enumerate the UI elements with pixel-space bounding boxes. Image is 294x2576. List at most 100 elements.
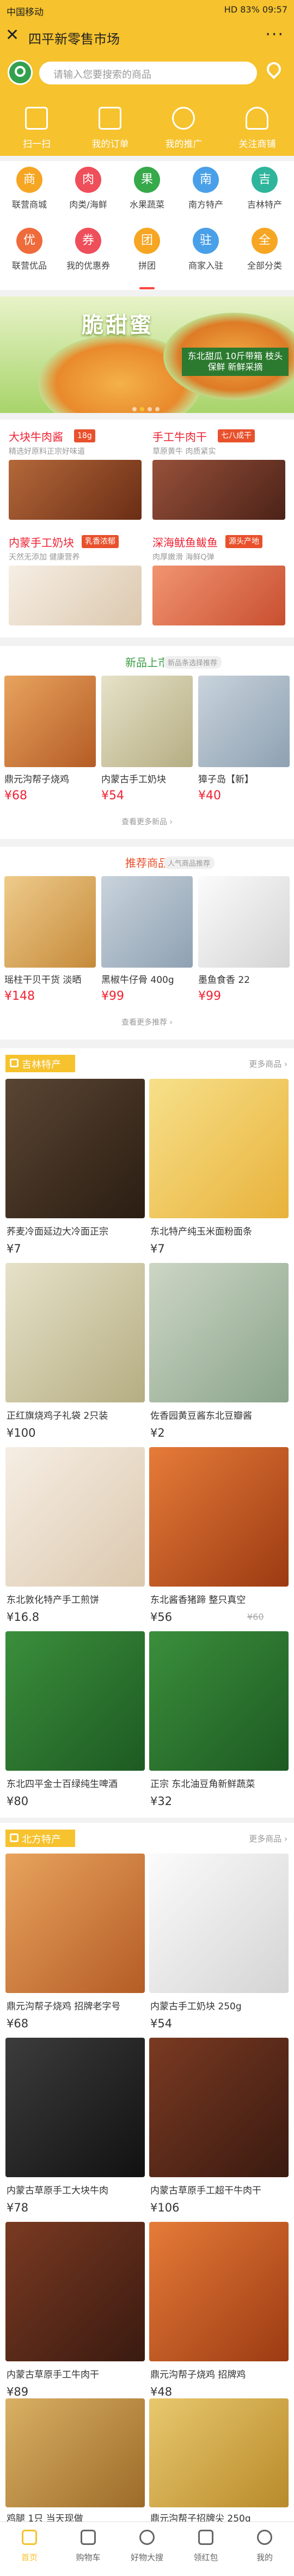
category-item[interactable]: 券我的优惠券 — [59, 222, 118, 281]
product-card[interactable]: 东北特产纯玉米面粉面条 ¥7 — [149, 1079, 289, 1284]
product-name: 东北四平金士百绿纯生啤酒 — [7, 1779, 118, 1790]
product-card[interactable]: 内蒙古草原手工大块牛肉 ¥78 — [5, 2038, 145, 2243]
product-card[interactable]: 内蒙古草原手工牛肉干 ¥89 — [5, 2222, 145, 2427]
product-card[interactable]: 荞麦冷面延边大冷面正宗 ¥7 — [5, 1079, 145, 1284]
product-price: ¥7 — [150, 1242, 165, 1255]
more-link[interactable]: 更多商品 › — [249, 1833, 287, 1844]
banner-dots — [131, 403, 174, 411]
tab-label: 领红包 — [193, 2553, 218, 2562]
product-card[interactable]: 鼎元沟帮子招牌尖 250g — [149, 2398, 289, 2524]
tab-cart[interactable]: 购物车 — [59, 2522, 118, 2576]
promo-cell[interactable]: 大块牛肉酱 18g 精选好原料正宗好味道 — [4, 423, 146, 525]
category-label: 水果蔬菜 — [129, 199, 164, 210]
product-image — [149, 1854, 289, 1993]
product-card[interactable]: 佐香园黄豆酱东北豆瓣酱 ¥2 — [149, 1263, 289, 1468]
product-image — [5, 2222, 145, 2361]
product-card[interactable]: 鼎元沟帮子烧鸡 招牌鸡 ¥48 — [149, 2222, 289, 2427]
promo-cell[interactable]: 手工牛肉干 七八成干 草原黄牛 肉质紧实 — [148, 423, 290, 525]
tab-redpacket[interactable]: 领红包 — [176, 2522, 235, 2576]
location-icon[interactable] — [264, 59, 284, 82]
tab-home[interactable]: 首页 — [0, 2522, 59, 2576]
product-card[interactable]: 东北酱香猪蹄 整只真空 ¥56 ¥60 — [149, 1447, 289, 1652]
product-name: 鼎元沟帮子烧鸡 招牌老字号 — [7, 2001, 121, 2012]
more-menu-icon[interactable]: ··· — [265, 25, 284, 44]
promo-cell[interactable]: 内蒙手工奶块 乳香浓郁 天然无添加 健康营养 — [4, 528, 146, 631]
promo-title: 深海鱿鱼鲅鱼 — [152, 536, 218, 549]
product-card[interactable]: 鸡腿 1只 当天现做 — [5, 2398, 145, 2524]
original-price: ¥60 — [247, 1612, 264, 1622]
section-subtitle: 新品条选择推荐 — [163, 656, 222, 669]
user-icon — [257, 2530, 272, 2545]
promo-sub: 草原黄牛 肉质紧实 — [152, 447, 216, 456]
category-item[interactable]: 肉肉类/海鲜 — [59, 161, 118, 220]
tab-me[interactable]: 我的 — [235, 2522, 294, 2576]
section-title: 吉林特产 — [22, 1059, 61, 1071]
promo-badge: 乳香浓郁 — [82, 535, 119, 548]
promo-badge: 七八成干 — [218, 429, 255, 442]
product-card[interactable]: 墨鱼食香 22 ¥99 — [198, 876, 290, 1040]
product-name: 荞麦冷面延边大冷面正宗 — [7, 1226, 108, 1237]
quick-follow[interactable]: 关注商铺 — [220, 104, 294, 163]
category-item[interactable]: 驻商家入驻 — [176, 222, 235, 281]
more-link[interactable]: 更多商品 › — [249, 1058, 287, 1070]
tab-label: 首页 — [21, 2553, 38, 2562]
banner-tag: 东北甜瓜 10斤带箱 枝头保鲜 新鲜采摘 — [182, 348, 289, 376]
product-card[interactable]: 东北敦化特产手工煎饼 ¥16.8 — [5, 1447, 145, 1652]
promo-cell[interactable]: 深海鱿鱼鲅鱼 源头产地 肉厚嫩滑 海鲜Q弹 — [148, 528, 290, 631]
category-item[interactable]: 商联营商城 — [0, 161, 59, 220]
product-card[interactable]: 内蒙古手工奶块 250g ¥54 — [149, 1854, 289, 2058]
close-icon[interactable]: ✕ — [5, 27, 19, 44]
quick-orders[interactable]: 我的订单 — [74, 104, 147, 163]
product-card[interactable]: 正红旗烧鸡子礼袋 2只装 ¥100 — [5, 1263, 145, 1468]
product-name: 墨鱼食香 22 — [198, 975, 250, 986]
product-name: 内蒙古草原手工大块牛肉 — [7, 2185, 108, 2196]
new-products-scroller[interactable]: 鼎元沟帮子烧鸡 ¥68 内蒙古手工奶块 ¥54 獐子岛【新】 ¥40 查看更多新… — [0, 676, 294, 839]
product-card[interactable]: 内蒙古草原手工超干牛肉干 ¥106 — [149, 2038, 289, 2243]
product-card[interactable]: 鼎元沟帮子烧鸡 招牌老字号 ¥68 — [5, 1854, 145, 2058]
category-item[interactable]: 优联营优品 — [0, 222, 59, 281]
category-item[interactable]: 果水果蔬菜 — [118, 161, 176, 220]
category-icon: 果 — [134, 167, 160, 193]
product-card[interactable]: 鼎元沟帮子烧鸡 ¥68 — [4, 676, 96, 839]
product-image — [149, 1079, 289, 1218]
search-input[interactable]: 请输入您要搜索的商品 — [39, 62, 257, 84]
product-name: 内蒙古手工奶块 — [101, 774, 166, 785]
product-card[interactable]: 獐子岛【新】 ¥40 — [198, 676, 290, 839]
product-price: ¥89 — [7, 2385, 29, 2398]
tab-label: 我的 — [256, 2553, 273, 2562]
section-title: 新品上市 — [125, 656, 169, 669]
product-name: 瑶柱干贝干货 淡晒 — [4, 975, 82, 986]
product-card[interactable]: 黑椒牛仔骨 400g ¥99 — [101, 876, 193, 1040]
product-card[interactable]: 正宗 东北油豆角新鲜蔬菜 ¥32 — [149, 1631, 289, 1836]
product-card[interactable]: 内蒙古手工奶块 ¥54 — [101, 676, 193, 839]
category-item[interactable]: 南南方特产 — [176, 161, 235, 220]
product-image — [9, 566, 142, 625]
view-more-new-link[interactable]: 查看更多新品 › — [0, 816, 294, 827]
quick-label: 关注商铺 — [238, 139, 276, 150]
section-title: 推荐商品 — [125, 856, 169, 870]
product-image — [5, 1447, 145, 1587]
category-icon: 全 — [252, 228, 278, 254]
view-more-recommend-link[interactable]: 查看更多推荐 › — [0, 1017, 294, 1028]
tab-search[interactable]: 好物大搜 — [118, 2522, 176, 2576]
promo-banner[interactable]: 脆甜蜜 东北甜瓜 10斤带箱 枝头保鲜 新鲜采摘 — [0, 296, 294, 413]
logo-ring — [15, 66, 26, 77]
recommend-scroller[interactable]: 瑶柱干贝干货 淡晒 ¥148 黑椒牛仔骨 400g ¥99 墨鱼食香 22 ¥9… — [0, 876, 294, 1040]
category-item[interactable]: 团拼团 — [118, 222, 176, 281]
category-item[interactable]: 全全部分类 — [235, 222, 294, 281]
quick-label: 我的订单 — [91, 139, 129, 150]
category-item[interactable]: 吉吉林特产 — [235, 161, 294, 220]
section-title: 北方特产 — [22, 1834, 61, 1845]
product-price: ¥106 — [150, 2201, 180, 2214]
product-price: ¥56 — [150, 1611, 173, 1624]
north-grid: 鼎元沟帮子烧鸡 招牌老字号 ¥68 内蒙古手工奶块 250g ¥54 内蒙古草原手工… — [0, 1854, 294, 2524]
product-price: ¥148 — [4, 989, 35, 1003]
quick-promote[interactable]: 我的推广 — [147, 104, 220, 163]
section-subtitle: 人气商品推荐 — [163, 856, 215, 869]
quick-scan[interactable]: 扫一扫 — [0, 104, 74, 163]
share-icon — [172, 107, 195, 130]
product-card[interactable]: 瑶柱干贝干货 淡晒 ¥148 — [4, 876, 96, 1040]
product-name: 东北敦化特产手工煎饼 — [7, 1595, 99, 1606]
product-card[interactable]: 东北四平金士百绿纯生啤酒 ¥80 — [5, 1631, 145, 1836]
banner-slogan: 脆甜蜜 — [82, 313, 154, 338]
